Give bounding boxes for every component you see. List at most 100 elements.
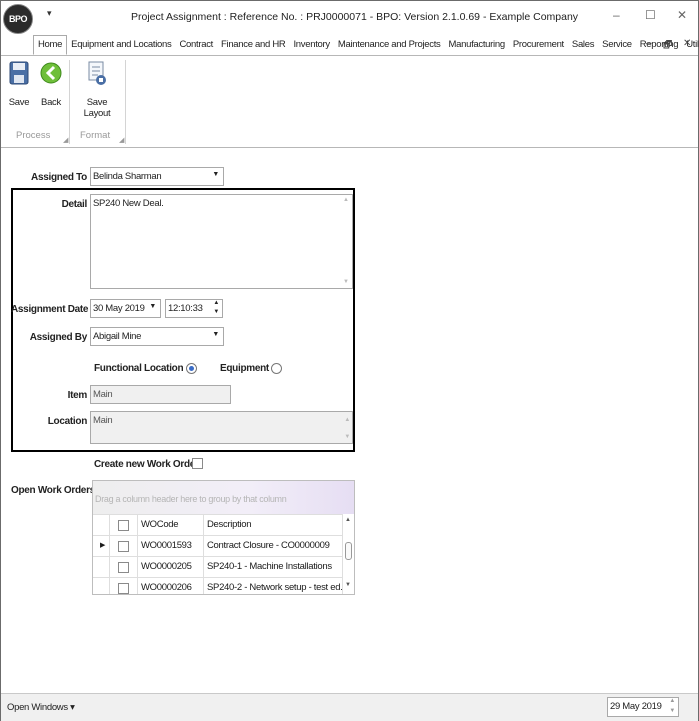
spin-up-icon[interactable]: ▲ <box>213 300 219 306</box>
ribbon-close-button[interactable]: ✕ <box>683 38 691 49</box>
spin-down-icon[interactable]: ▼ <box>669 708 675 714</box>
item-label: Item <box>67 390 88 401</box>
functional-location-radio[interactable] <box>185 363 197 374</box>
open-windows-menu[interactable]: Open Windows ▾ <box>7 702 75 713</box>
current-row-indicator-icon: ▶ <box>93 536 110 556</box>
detail-textarea[interactable]: SP240 New Deal. ▲ ▼ <box>90 194 353 289</box>
row-select-cell <box>110 578 138 594</box>
save-button[interactable]: Save <box>6 61 32 108</box>
back-button-label: Back <box>41 97 61 108</box>
status-bar: Open Windows ▾ 29 May 2019 ▲ ▼ <box>1 693 698 721</box>
assignment-time-field[interactable]: 12:10:33 ▲ ▼ <box>165 299 223 318</box>
ribbon-group-process: Process <box>16 130 51 141</box>
tab-inventory[interactable]: Inventory <box>289 36 333 53</box>
functional-location-option[interactable]: Functional Location <box>94 363 197 374</box>
row-select-cell <box>110 557 138 577</box>
grid-header-row: WOCode Description <box>93 514 343 535</box>
tab-service[interactable]: Service <box>598 36 636 53</box>
spin-up-icon[interactable]: ▲ <box>669 698 675 704</box>
tab-procurement[interactable]: Procurement <box>509 36 568 53</box>
detail-scrollbar[interactable]: ▲ ▼ <box>341 195 352 288</box>
row-indicator-cell <box>93 578 110 594</box>
scroll-down-icon[interactable]: ▼ <box>345 582 351 588</box>
close-button[interactable]: ✕ <box>677 8 687 22</box>
scroll-down-icon[interactable]: ▼ <box>343 279 349 285</box>
open-work-orders-grid: Drag a column header here to group by th… <box>92 480 355 595</box>
row-checkbox[interactable] <box>118 562 129 573</box>
location-label: Location <box>47 416 88 427</box>
equipment-radio[interactable] <box>271 363 283 374</box>
row-checkbox[interactable] <box>118 583 129 594</box>
scroll-up-icon[interactable]: ▲ <box>344 417 350 423</box>
wocode-cell[interactable]: WO0000205 <box>138 557 204 577</box>
app-logo[interactable]: BPO <box>3 4 33 34</box>
location-value: Main <box>93 415 113 426</box>
chevron-down-icon: ▼ <box>212 171 219 178</box>
ribbon-group-divider <box>69 60 70 144</box>
group-by-panel[interactable]: Drag a column header here to group by th… <box>93 481 354 514</box>
wocode-cell[interactable]: WO0000206 <box>138 578 204 594</box>
minimize-button[interactable]: – <box>613 8 620 22</box>
table-row[interactable]: WO0000205 SP240-1 - Machine Installation… <box>93 556 343 577</box>
create-work-order-label: Create new Work Order <box>94 459 199 470</box>
save-icon <box>9 61 29 85</box>
scroll-up-icon[interactable]: ▲ <box>345 517 351 523</box>
table-row[interactable]: WO0000206 SP240-2 - Network setup - test… <box>93 577 343 594</box>
description-cell[interactable]: SP240-1 - Machine Installations <box>204 557 343 577</box>
location-field[interactable]: Main ▲ ▼ <box>90 411 353 444</box>
scroll-up-icon[interactable]: ▲ <box>343 197 349 203</box>
equipment-label: Equipment <box>220 363 269 375</box>
back-arrow-icon <box>40 62 62 84</box>
equipment-option[interactable]: Equipment <box>220 363 283 375</box>
format-group-expander-icon[interactable]: ◢ <box>119 136 124 144</box>
save-layout-button-label: Save Layout <box>83 97 111 119</box>
scroll-thumb[interactable] <box>345 542 352 560</box>
wocode-cell[interactable]: WO0001593 <box>138 536 204 556</box>
tab-maintenance-and-projects[interactable]: Maintenance and Projects <box>334 36 445 53</box>
assignment-date-label: Assignment Date <box>11 304 89 315</box>
maximize-button[interactable]: ☐ <box>645 8 656 22</box>
assignment-date-value: 30 May 2019 <box>93 303 145 314</box>
item-field[interactable]: Main <box>90 385 231 404</box>
ribbon-restore-button[interactable]: 🗗 <box>663 38 672 55</box>
detail-value: SP240 New Deal. <box>93 198 164 209</box>
status-date-field[interactable]: 29 May 2019 ▲ ▼ <box>607 697 679 717</box>
select-all-checkbox[interactable] <box>118 520 129 531</box>
assigned-to-dropdown[interactable]: Belinda Sharman ▼ <box>90 167 224 186</box>
create-work-order-checkbox[interactable] <box>192 458 203 469</box>
spin-down-icon[interactable]: ▼ <box>213 309 219 315</box>
table-row[interactable]: ▶ WO0001593 Contract Closure - CO0000009 <box>93 535 343 556</box>
assigned-by-label: Assigned By <box>29 332 88 343</box>
column-header-description[interactable]: Description <box>204 515 343 535</box>
tab-equipment-and-locations[interactable]: Equipment and Locations <box>67 36 175 53</box>
open-work-orders-label: Open Work Orders <box>11 485 95 496</box>
select-all-cell <box>110 515 138 535</box>
ribbon-group-format: Format <box>80 130 111 141</box>
ribbon-minimize-button[interactable]: – <box>646 38 652 49</box>
tab-home[interactable]: Home <box>33 35 68 55</box>
description-cell[interactable]: Contract Closure - CO0000009 <box>204 536 343 556</box>
scroll-down-icon[interactable]: ▼ <box>344 434 350 440</box>
tab-finance-and-hr[interactable]: Finance and HR <box>217 36 289 53</box>
column-header-wocode[interactable]: WOCode <box>138 515 204 535</box>
tab-sales[interactable]: Sales <box>568 36 598 53</box>
back-button[interactable]: Back <box>38 61 64 108</box>
chevron-down-icon: ▼ <box>212 331 219 338</box>
item-value: Main <box>93 389 113 400</box>
assigned-to-label: Assigned To <box>31 172 87 183</box>
save-layout-button[interactable]: Save Layout <box>74 61 120 119</box>
ribbon-panel: Save Back Save Layout Process ◢ Format ◢ <box>1 55 698 148</box>
row-checkbox[interactable] <box>118 541 129 552</box>
assigned-by-dropdown[interactable]: Abigail Mine ▼ <box>90 327 224 346</box>
description-cell[interactable]: SP240-2 - Network setup - test ed... <box>204 578 343 594</box>
detail-label: Detail <box>61 199 88 210</box>
grid-scrollbar[interactable]: ▲ ▼ <box>342 514 354 594</box>
tab-contract[interactable]: Contract <box>175 36 217 53</box>
status-date-value: 29 May 2019 <box>610 701 662 712</box>
quick-access-dropdown-icon[interactable]: ▾ <box>47 8 52 19</box>
tab-reporting[interactable]: Reporting <box>636 36 683 53</box>
assignment-date-picker[interactable]: 30 May 2019 ▼ <box>90 299 161 318</box>
tab-manufacturing[interactable]: Manufacturing <box>445 36 509 53</box>
process-group-expander-icon[interactable]: ◢ <box>63 136 68 144</box>
group-by-hint: Drag a column header here to group by th… <box>95 494 287 504</box>
